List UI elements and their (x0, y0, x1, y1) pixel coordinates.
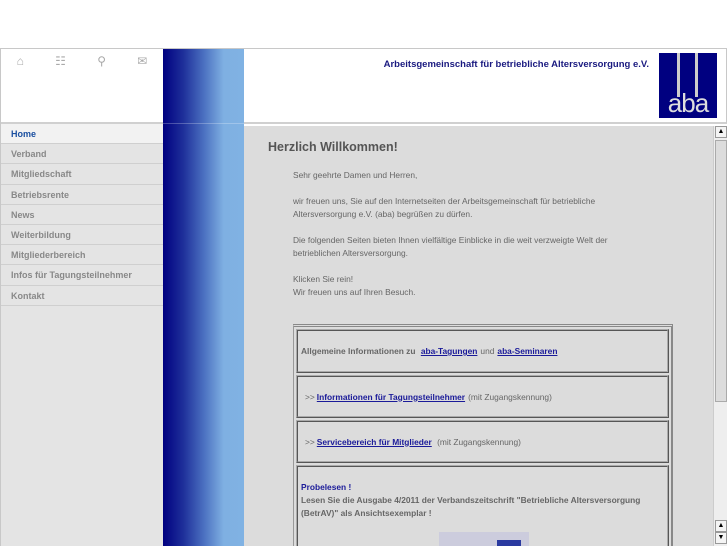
visit-text: Wir freuen uns auf Ihren Besuch. (293, 287, 416, 297)
nav-mitgliederbereich[interactable]: Mitgliederbereich (1, 245, 163, 266)
nav-weiterbildung[interactable]: Weiterbildung (1, 225, 163, 246)
sitemap-icon[interactable]: ☷ (55, 54, 66, 68)
welcome-text: Sehr geehrte Damen und Herren, wir freue… (293, 169, 633, 299)
scroll-thumb[interactable] (715, 140, 727, 402)
magazine-thumbnail[interactable] (439, 532, 529, 546)
search-icon[interactable]: ⚲ (97, 54, 106, 68)
scrollbar[interactable]: ▲ ▲ ▼ (713, 126, 727, 546)
nav-betriebsrente[interactable]: Betriebsrente (1, 185, 163, 205)
aba-logo[interactable]: aba (659, 53, 717, 118)
nav-kontakt[interactable]: Kontakt (1, 286, 163, 306)
mail-icon[interactable]: ✉ (137, 54, 147, 68)
probelesen-title: Probelesen ! (301, 482, 352, 492)
gradient-band (163, 49, 244, 546)
arrow: >> (305, 436, 315, 447)
home-icon[interactable]: ⌂ (17, 54, 24, 68)
main-nav: Home Verband Mitgliedschaft Betriebsrent… (1, 124, 163, 306)
nav-verband[interactable]: Verband (1, 144, 163, 165)
left-panel: ⌂ ☷ ⚲ ✉ Home Verband Mitgliedschaft Betr… (0, 49, 163, 546)
scroll-up-icon[interactable]: ▲ (715, 520, 727, 532)
access-note: (mit Zugangskennung) (468, 391, 552, 402)
link-tagungsteilnehmer[interactable]: Informationen für Tagungsteilnehmer (317, 392, 465, 402)
link-aba-tagungen[interactable]: aba-Tagungen (421, 346, 478, 356)
box1-and: und (480, 346, 495, 356)
arrow: >> (305, 391, 315, 402)
info-box-events: Allgemeine Informationen zu aba-Tagungen… (296, 329, 669, 373)
org-name: Arbeitsgemeinschaft für betriebliche Alt… (383, 59, 649, 70)
scroll-up-icon[interactable]: ▲ (715, 126, 727, 138)
info-box-participants: >> Informationen für Tagungsteilnehmer (… (296, 375, 669, 418)
intro-paragraph: wir freuen uns, Sie auf den Internetseit… (293, 196, 596, 219)
toolbar: ⌂ ☷ ⚲ ✉ (1, 49, 163, 124)
scroll-down-icon[interactable]: ▼ (715, 532, 727, 544)
info-box-members: >> Servicebereich für Mitglieder (mit Zu… (296, 420, 669, 463)
nav-home[interactable]: Home (1, 124, 163, 145)
box1-label: Allgemeine Informationen zu (301, 346, 416, 356)
greeting: Sehr geehrte Damen und Herren, (293, 170, 418, 180)
probelesen-text: Lesen Sie die Ausgabe 4/2011 der Verband… (301, 495, 641, 518)
click-text: Klicken Sie rein! (293, 274, 354, 284)
page-title: Herzlich Willkommen! (268, 140, 398, 154)
info-box-probelesen: Probelesen ! Lesen Sie die Ausgabe 4/201… (296, 465, 669, 546)
main-content: Herzlich Willkommen! Sehr geehrte Damen … (244, 126, 713, 546)
info-paragraph: Die folgenden Seiten bieten Ihnen vielfä… (293, 235, 608, 258)
logo-text: aba (667, 88, 709, 118)
link-aba-seminare[interactable]: aba-Seminaren (497, 346, 557, 356)
info-table: Allgemeine Informationen zu aba-Tagungen… (293, 324, 673, 546)
access-note: (mit Zugangskennung) (437, 436, 521, 447)
page-frame: ⌂ ☷ ⚲ ✉ Home Verband Mitgliedschaft Betr… (0, 48, 727, 546)
nav-news[interactable]: News (1, 205, 163, 225)
header: Arbeitsgemeinschaft für betriebliche Alt… (244, 49, 727, 124)
nav-infos-tagungsteilnehmer[interactable]: Infos für Tagungsteilnehmer (1, 265, 163, 286)
nav-mitgliedschaft[interactable]: Mitgliedschaft (1, 164, 163, 185)
link-servicebereich[interactable]: Servicebereich für Mitglieder (317, 437, 432, 447)
